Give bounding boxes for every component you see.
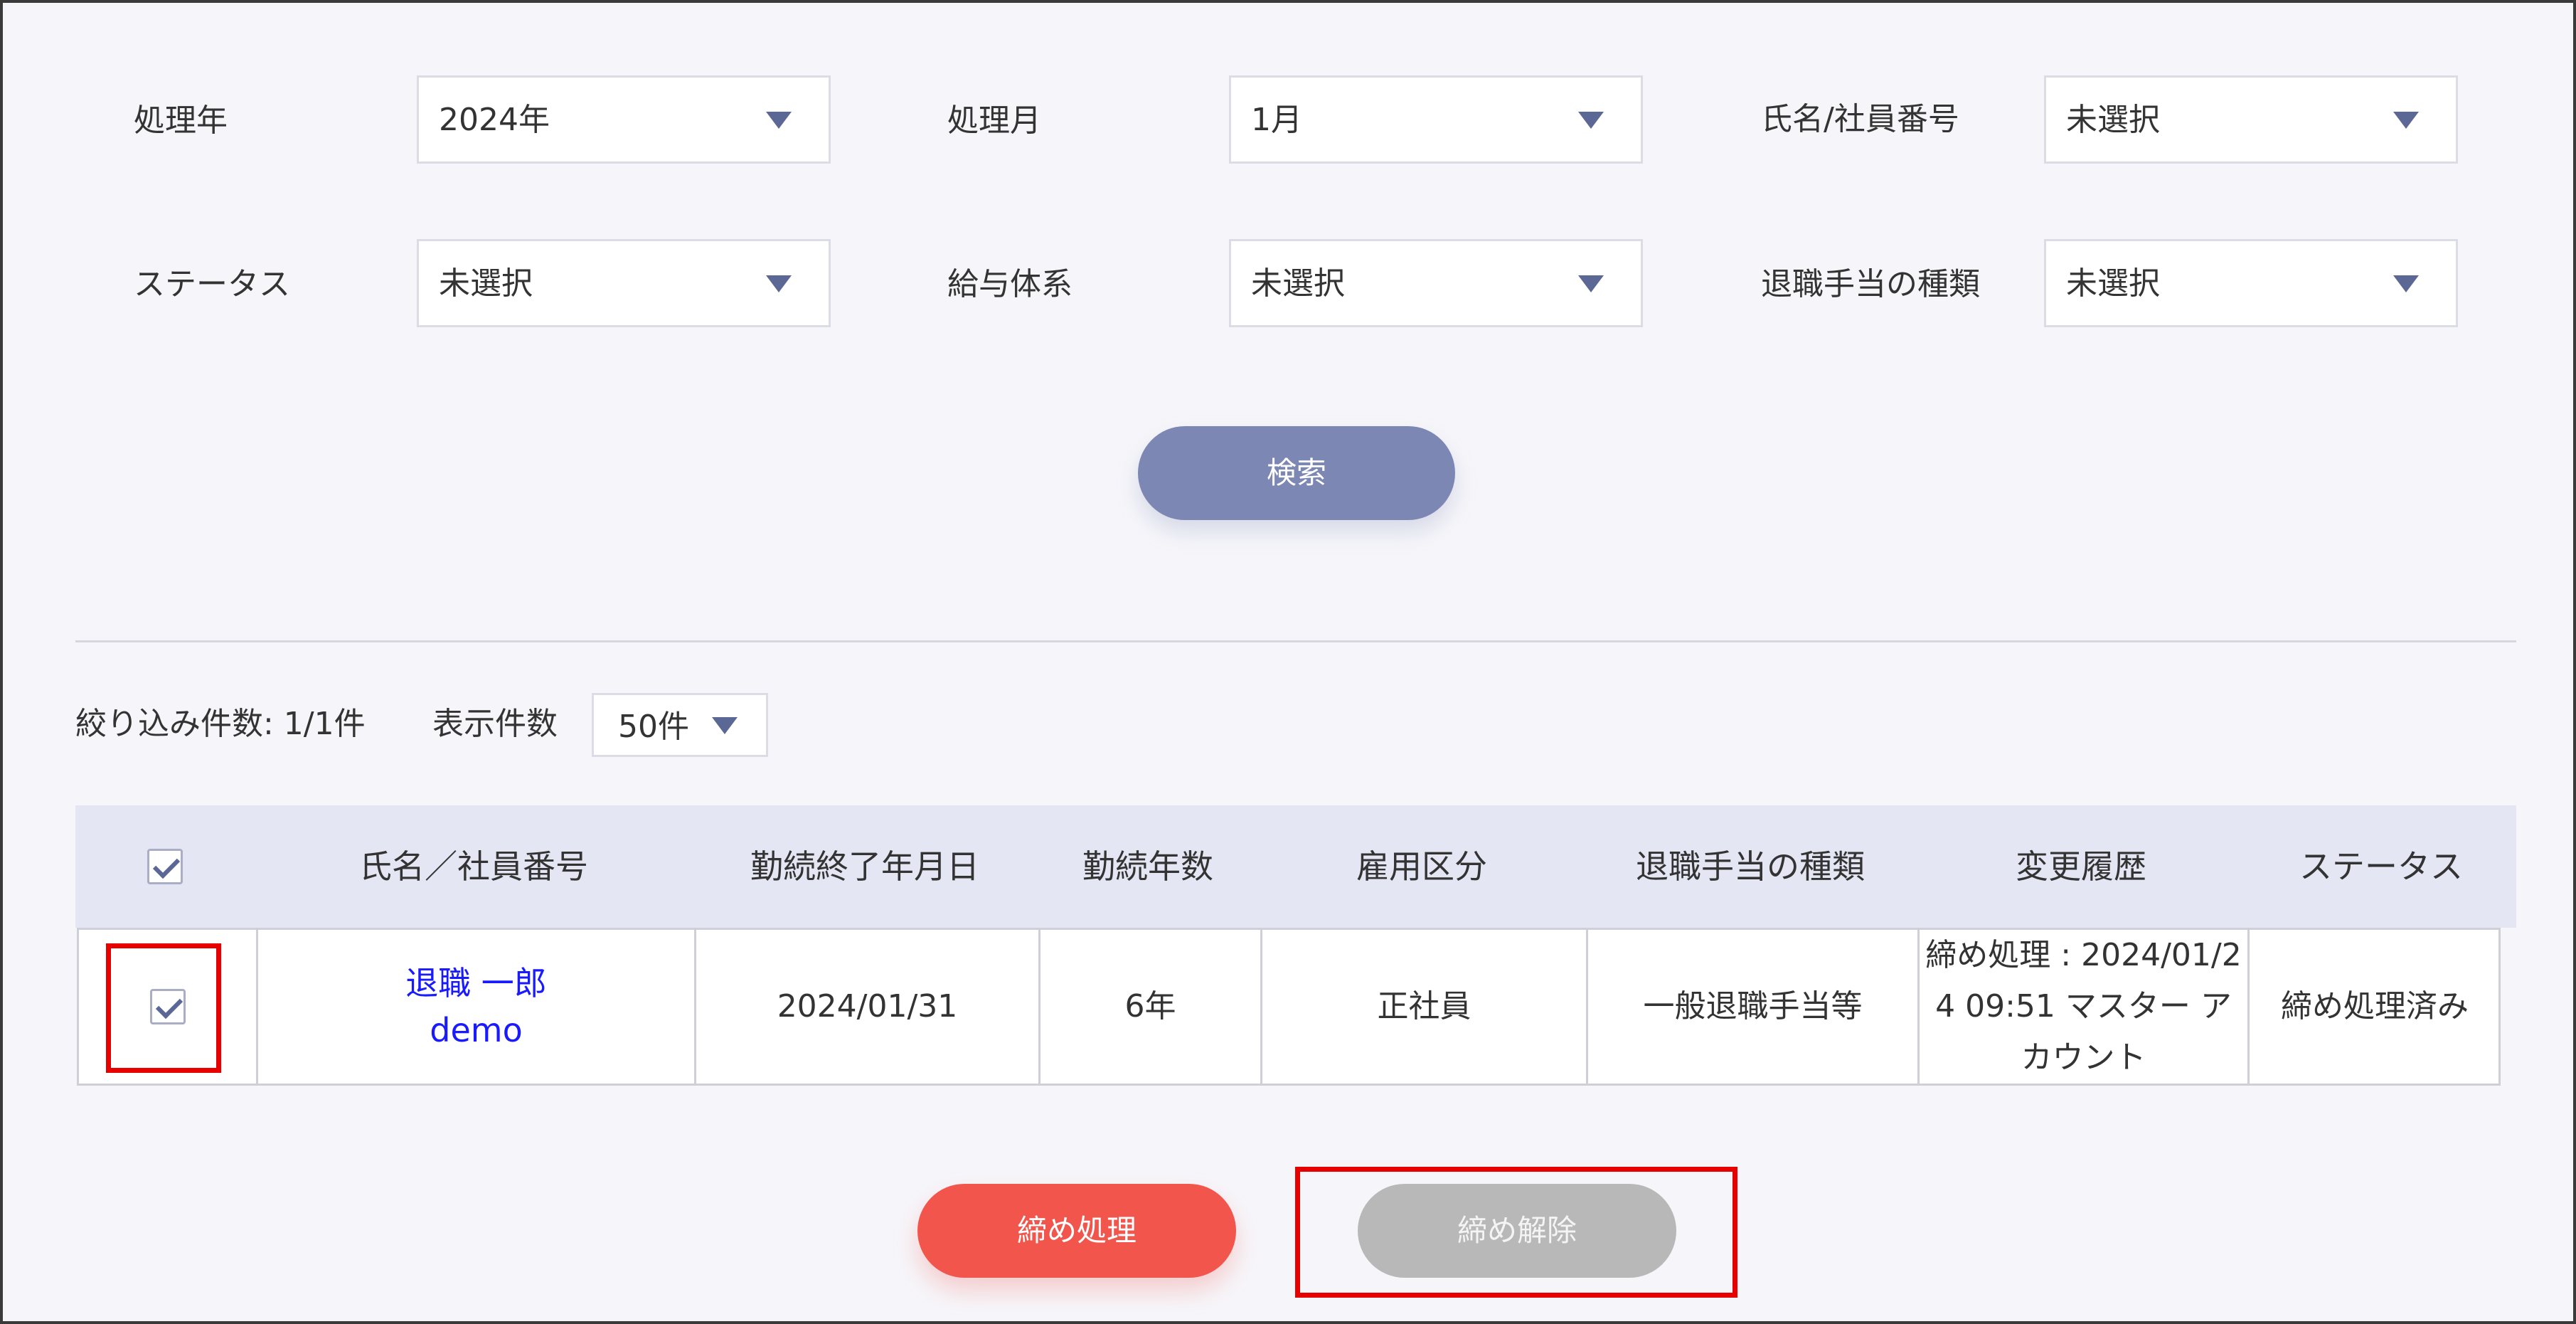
per-page-select[interactable]: 50件 [592, 693, 768, 757]
per-page-label: 表示件数 [432, 706, 558, 742]
section-divider [75, 640, 2516, 642]
checkbox-highlight-box [106, 943, 221, 1073]
page-frame: 処理年 2024年 処理月 1月 氏名/社員番号 未選択 ステータス 未選択 給… [0, 0, 2576, 1324]
row-employment-type: 正社員 [1262, 930, 1588, 1084]
filter-salary-system-label: 給与体系 [947, 266, 1073, 302]
table-row: 退職 一郎 demo 2024/01/31 6年 正社員 一般退職手当等 締め処… [77, 928, 2501, 1086]
row-name-cell: 退職 一郎 demo [258, 930, 696, 1084]
caret-down-icon [1578, 112, 1604, 129]
select-all-checkbox[interactable] [147, 849, 183, 884]
header-status: ステータス [2299, 847, 2463, 886]
allowance-type-select[interactable]: 未選択 [2044, 239, 2458, 327]
history-line: カウント [2021, 1039, 2146, 1076]
history-line: 締め処理 : 2024/01/2 [1925, 937, 2242, 973]
row-status: 締め処理済み [2281, 988, 2469, 1024]
month-select-value: 1月 [1251, 102, 1302, 138]
header-history: 変更履歴 [2016, 847, 2146, 886]
history-line: 4 09:51 マスター ア [1935, 988, 2232, 1024]
row-end-date: 2024/01/31 [696, 930, 1040, 1084]
caret-down-icon [1578, 275, 1604, 292]
filter-month-label: 処理月 [947, 102, 1041, 139]
caret-down-icon [2393, 275, 2419, 292]
header-employment-type: 雇用区分 [1356, 847, 1487, 886]
caret-down-icon [2393, 112, 2419, 129]
salary-system-select[interactable]: 未選択 [1229, 239, 1643, 327]
close-process-button[interactable]: 締め処理 [917, 1184, 1236, 1278]
allowance-type-select-value: 未選択 [2066, 265, 2160, 302]
row-years: 6年 [1040, 930, 1262, 1084]
salary-system-select-value: 未選択 [1251, 265, 1345, 302]
employee-select-value: 未選択 [2066, 102, 2160, 138]
header-select-all [75, 805, 255, 928]
filter-status-label: ステータス [134, 266, 290, 302]
search-button[interactable]: 検索 [1138, 426, 1455, 520]
filter-allowance-type-label: 退職手当の種類 [1761, 266, 1980, 302]
employee-name-link[interactable]: 退職 一郎 [405, 960, 547, 1007]
employee-select[interactable]: 未選択 [2044, 75, 2458, 164]
header-name: 氏名／社員番号 [359, 847, 588, 886]
status-select-value: 未選択 [439, 265, 533, 302]
filter-year-label: 処理年 [134, 102, 228, 139]
table-header: 氏名／社員番号 勤続終了年月日 勤続年数 雇用区分 退職手当の種類 変更履歴 ス… [75, 805, 2516, 928]
header-years: 勤続年数 [1082, 847, 1213, 886]
year-select-value: 2024年 [439, 102, 550, 138]
month-select[interactable]: 1月 [1229, 75, 1643, 164]
row-history-cell: 締め処理 : 2024/01/2 4 09:51 マスター ア カウント [1920, 930, 2250, 1084]
caret-down-icon [766, 112, 792, 129]
status-select[interactable]: 未選択 [417, 239, 831, 327]
row-allowance-type: 一般退職手当等 [1588, 930, 1920, 1084]
filter-employee-label: 氏名/社員番号 [1761, 101, 1959, 137]
caret-down-icon [766, 275, 792, 292]
header-allowance-type: 退職手当の種類 [1636, 847, 1865, 886]
release-button-highlight-box [1295, 1167, 1737, 1298]
per-page-value: 50件 [618, 709, 689, 745]
caret-down-icon [712, 717, 738, 734]
header-end-date: 勤続終了年月日 [750, 847, 979, 886]
year-select[interactable]: 2024年 [417, 75, 831, 164]
filtered-count: 絞り込み件数: 1/1件 [75, 706, 366, 742]
employee-number-link[interactable]: demo [430, 1007, 522, 1054]
